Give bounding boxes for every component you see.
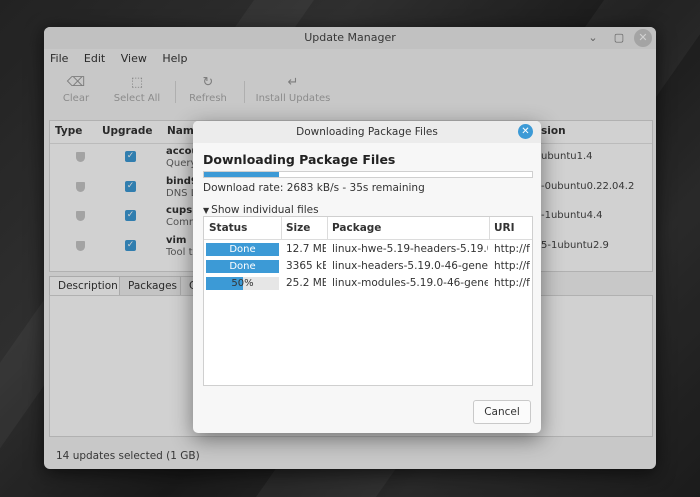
file-uri: http://ft: [494, 277, 530, 289]
file-size: 12.7 MB: [286, 243, 326, 255]
file-uri: http://ft: [494, 260, 530, 272]
file-size: 3365 kB: [286, 260, 326, 272]
overall-progress-bar: [203, 171, 533, 178]
file-package: linux-modules-5.19.0-46-generic: [332, 277, 488, 289]
files-table: Status Size Package URI Done 12.7 MB lin…: [203, 216, 533, 386]
dialog-heading: Downloading Package Files: [203, 152, 396, 167]
file-row[interactable]: Done 12.7 MB linux-hwe-5.19-headers-5.19…: [204, 241, 532, 258]
download-dialog: Downloading Package Files ✕ Downloading …: [193, 121, 541, 433]
files-table-header: Status Size Package URI: [204, 217, 532, 240]
file-status: Done: [229, 244, 256, 255]
file-status: 50%: [231, 278, 254, 289]
file-package: linux-hwe-5.19-headers-5.19.0-46: [332, 243, 488, 255]
file-progress-bar: Done: [206, 243, 279, 256]
show-files-expander[interactable]: ▼ Show individual files: [203, 204, 319, 216]
dialog-title: Downloading Package Files: [193, 121, 541, 143]
expander-arrow-icon: ▼: [203, 206, 210, 215]
file-size: 25.2 MB: [286, 277, 326, 289]
overall-progress-fill: [204, 172, 280, 177]
file-progress-bar: 50%: [206, 277, 279, 290]
column-uri[interactable]: URI: [494, 222, 515, 234]
file-package: linux-headers-5.19.0-46-generic: [332, 260, 488, 272]
column-divider: [489, 217, 490, 239]
expander-label: Show individual files: [211, 204, 319, 216]
column-size[interactable]: Size: [286, 222, 310, 234]
cancel-button[interactable]: Cancel: [473, 400, 531, 424]
column-package[interactable]: Package: [332, 222, 381, 234]
file-progress-bar: Done: [206, 260, 279, 273]
file-row[interactable]: Done 3365 kB linux-headers-5.19.0-46-gen…: [204, 258, 532, 275]
file-row[interactable]: 50% 25.2 MB linux-modules-5.19.0-46-gene…: [204, 275, 532, 292]
column-divider: [281, 217, 282, 239]
dialog-close-icon[interactable]: ✕: [518, 124, 533, 139]
file-status: Done: [229, 261, 256, 272]
download-rate: Download rate: 2683 kB/s - 35s remaining: [203, 182, 425, 194]
column-status[interactable]: Status: [209, 222, 247, 234]
column-divider: [327, 217, 328, 239]
file-uri: http://ft: [494, 243, 530, 255]
